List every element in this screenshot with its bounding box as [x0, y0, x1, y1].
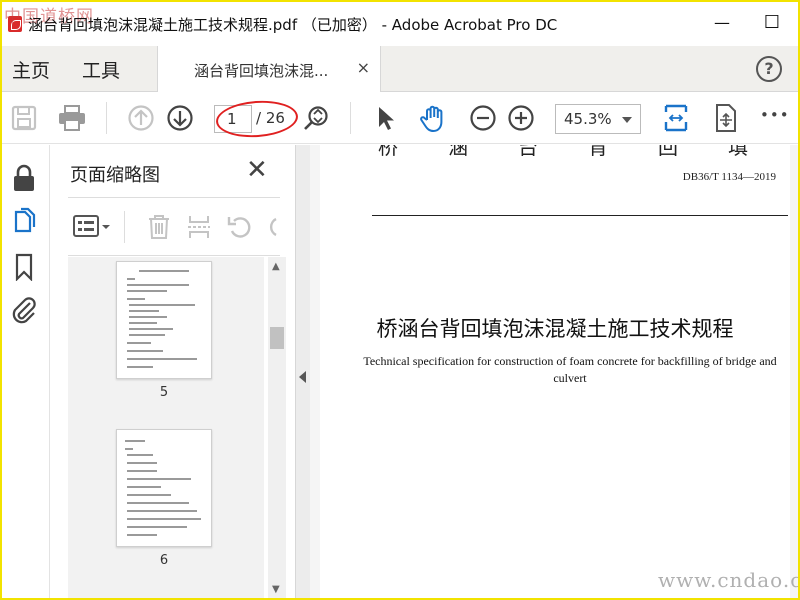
scroll-down-icon[interactable]: ▼	[272, 584, 280, 595]
help-button[interactable]: ?	[756, 56, 782, 82]
watermark-bottom: www.cndao.com	[658, 568, 798, 592]
more-icon[interactable]: •••	[760, 106, 790, 124]
thumbnail-page-number: 5	[159, 385, 169, 400]
lock-icon[interactable]	[12, 163, 36, 193]
trash-icon[interactable]	[146, 213, 172, 241]
minimize-button[interactable]: —	[704, 8, 740, 38]
zoom-level-value: 45.3%	[564, 110, 612, 128]
pages-icon[interactable]	[12, 207, 36, 237]
title-bar: 中国道桥网 涵台背回填泡沫混凝土施工技术规程.pdf （已加密） - Adobe…	[2, 2, 798, 46]
zoom-level-select[interactable]: 45.3%	[555, 104, 641, 134]
thumbnail-page-6[interactable]	[116, 429, 212, 547]
panel-divider	[68, 255, 280, 256]
extract-page-icon[interactable]	[186, 213, 212, 241]
document-page: 桥涵台背回填泡沫 DB36/T 1134—2019 桥涵台背回填泡沫混凝土施工技…	[320, 145, 798, 598]
rotate-right-icon[interactable]	[264, 213, 278, 241]
menu-home[interactable]: 主页	[12, 56, 50, 83]
hand-icon[interactable]	[418, 104, 448, 134]
panel-collapse-handle[interactable]	[296, 145, 310, 598]
panel-title: 页面缩略图	[70, 165, 160, 186]
rotate-left-icon[interactable]	[226, 213, 254, 241]
zoom-out-icon[interactable]	[469, 104, 497, 132]
print-icon[interactable]	[56, 104, 88, 132]
zoom-tool-icon[interactable]	[302, 104, 330, 132]
fit-page-icon[interactable]	[662, 102, 690, 134]
thumbnail-page-number: 6	[159, 553, 169, 568]
menu-tab-bar: 主页 工具 涵台背回填泡沫混... × ?	[2, 46, 798, 92]
prev-page-icon[interactable]	[127, 104, 155, 132]
toolbar-separator	[350, 102, 351, 134]
panel-divider	[68, 197, 280, 198]
chevron-down-icon	[622, 117, 632, 123]
bookmark-icon[interactable]	[14, 253, 34, 281]
panel-toolbar	[50, 203, 296, 251]
thumbnail-panel: 页面缩略图 ✕ 5 6 ▲ ▼	[50, 145, 296, 598]
toolbar-separator	[106, 102, 107, 134]
thumbnail-scrollbar[interactable]: ▲ ▼	[268, 257, 286, 598]
acrobat-window: 中国道桥网 涵台背回填泡沫混凝土施工技术规程.pdf （已加密） - Adobe…	[0, 0, 800, 600]
panel-tool-separator	[124, 211, 125, 243]
standard-code: DB36/T 1134—2019	[682, 171, 776, 183]
next-page-icon[interactable]	[166, 104, 194, 132]
maximize-button[interactable]: ☐	[754, 8, 790, 38]
main-toolbar: 1 / 26 45.3% •••	[2, 92, 798, 144]
window-title: 涵台背回填泡沫混凝土施工技术规程.pdf （已加密） - Adobe Acrob…	[28, 16, 558, 34]
document-title-cn: 桥涵台背回填泡沫混凝土施工技术规程	[376, 317, 734, 341]
panel-close-button[interactable]: ✕	[246, 155, 268, 185]
select-arrow-icon[interactable]	[372, 104, 400, 132]
scrollbar-thumb[interactable]	[270, 327, 284, 349]
rotate-view-icon[interactable]	[712, 102, 740, 134]
scroll-up-icon[interactable]: ▲	[272, 261, 280, 272]
tab-document-label: 涵台背回填泡沫混...	[194, 62, 329, 80]
thumbnail-options-icon[interactable]	[72, 213, 112, 241]
attachment-icon[interactable]	[10, 295, 38, 325]
header-rule	[372, 215, 788, 216]
page-top-partial-text: 桥涵台背回填泡沫	[378, 145, 798, 159]
menu-tools[interactable]: 工具	[82, 56, 120, 83]
left-rail	[2, 145, 50, 598]
tab-document[interactable]: 涵台背回填泡沫混... ×	[157, 46, 381, 92]
chevron-left-icon	[299, 371, 306, 383]
zoom-in-icon[interactable]	[507, 104, 535, 132]
document-viewport[interactable]: 桥涵台背回填泡沫 DB36/T 1134—2019 桥涵台背回填泡沫混凝土施工技…	[310, 145, 798, 598]
save-icon[interactable]	[10, 104, 38, 132]
thumbnail-list: 5 6	[68, 257, 264, 598]
thumbnail-page-5[interactable]	[116, 261, 212, 379]
document-title-en: Technical specification for construction…	[363, 354, 777, 385]
tab-close-button[interactable]: ×	[357, 58, 370, 77]
